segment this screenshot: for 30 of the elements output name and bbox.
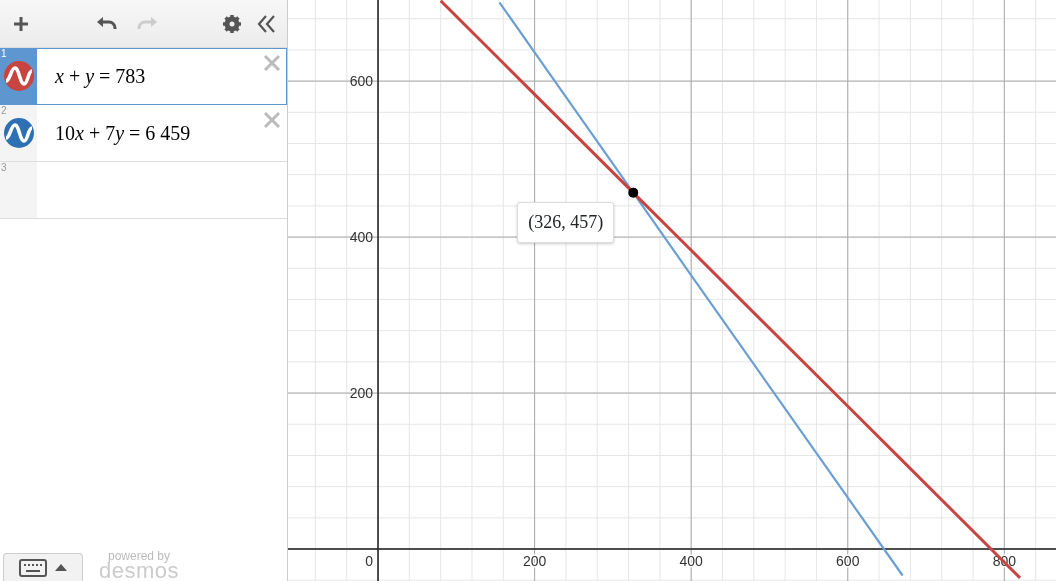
x-tick-label: 400 — [679, 553, 703, 570]
x-tick-label: 200 — [522, 553, 547, 570]
equation-text[interactable]: x + y = 783 — [37, 61, 146, 91]
x-tick-label: 600 — [836, 553, 860, 570]
close-icon — [263, 111, 281, 129]
x-tick-label: 0 — [365, 553, 373, 570]
close-icon — [263, 54, 281, 72]
expression-row[interactable]: 2 10x + 7y = 6 459 — [0, 105, 287, 162]
undo-icon — [95, 16, 118, 31]
equation-text[interactable]: 10x + 7y = 6 459 — [37, 118, 191, 148]
row-number: 2 — [1, 105, 7, 116]
row-number: 3 — [1, 162, 7, 173]
y-tick-label: 200 — [349, 385, 374, 402]
powered-by-text: powered by — [108, 550, 171, 562]
wave-icon[interactable] — [3, 61, 34, 91]
keyboard-icon — [19, 558, 47, 577]
y-tick-label: 400 — [349, 229, 374, 246]
plus-icon — [12, 14, 30, 33]
collapse-icon — [257, 14, 275, 33]
redo-icon — [135, 16, 158, 31]
y-tick-label: 600 — [349, 73, 374, 90]
row-number: 1 — [1, 48, 7, 59]
coordinate-label: (326, 457) — [517, 201, 615, 243]
brand-logo: desmos — [99, 562, 180, 581]
expression-row[interactable]: 1 x + y = 783 — [0, 48, 287, 105]
caret-up-icon — [55, 564, 67, 571]
intersection-point[interactable] — [628, 187, 639, 198]
settings-icon — [223, 14, 241, 33]
keyboard-button[interactable] — [3, 553, 83, 581]
wave-icon[interactable] — [3, 118, 34, 148]
